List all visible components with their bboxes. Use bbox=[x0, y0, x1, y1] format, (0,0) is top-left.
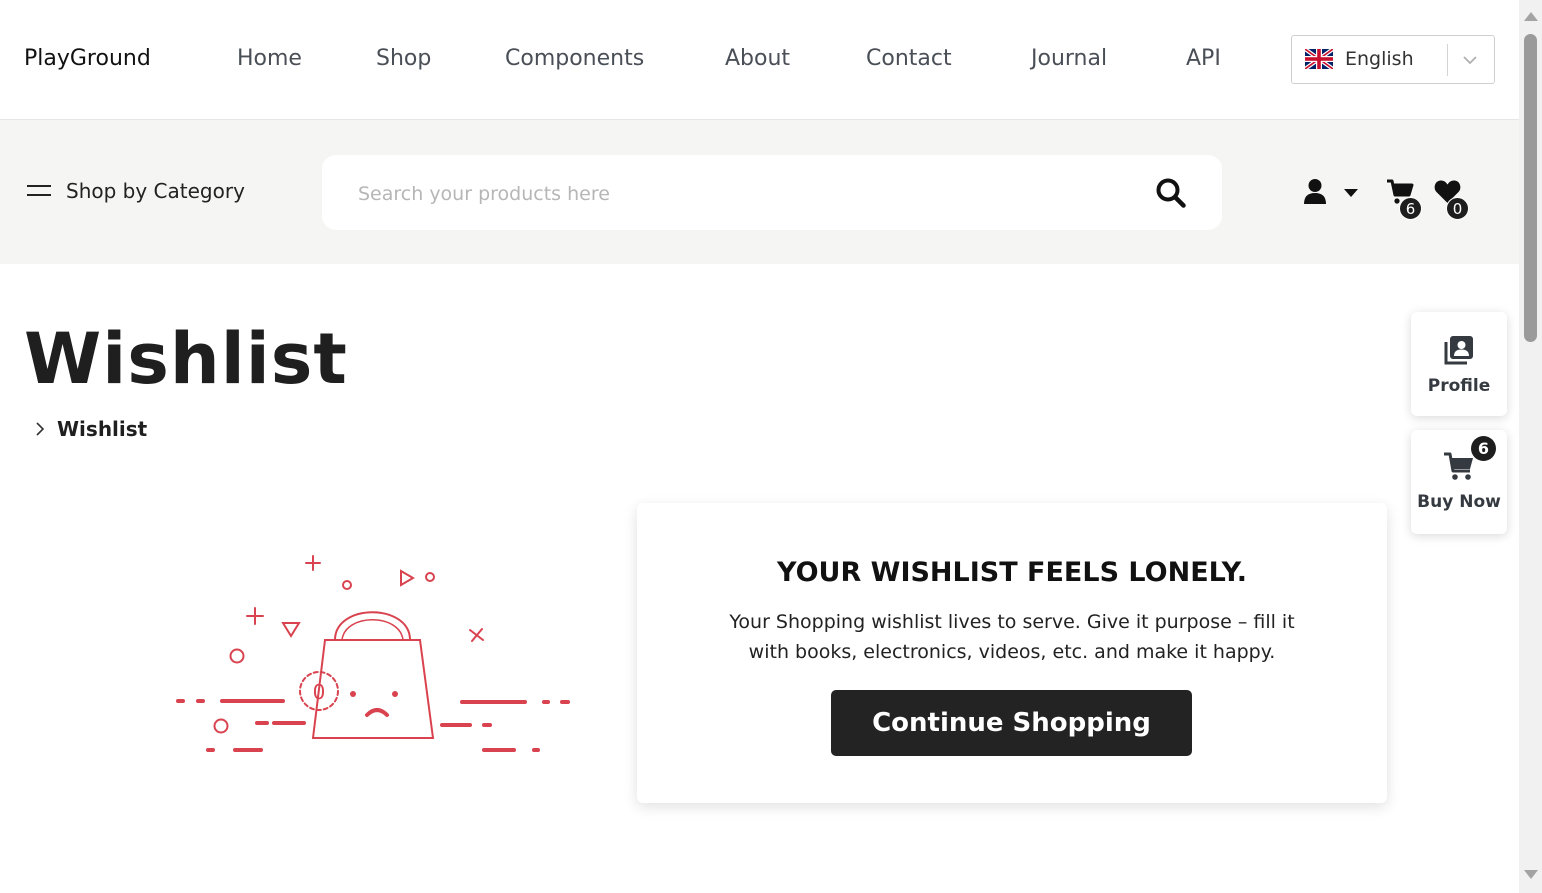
language-label: English bbox=[1345, 48, 1414, 70]
empty-wishlist-heading: YOUR WISHLIST FEELS LONELY. bbox=[777, 557, 1247, 588]
nav-link-about[interactable]: About bbox=[725, 46, 790, 71]
nav-link-components[interactable]: Components bbox=[505, 46, 644, 71]
user-icon bbox=[1304, 179, 1326, 204]
shop-by-category-button[interactable]: Shop by Category bbox=[66, 179, 245, 203]
language-divider bbox=[1447, 44, 1448, 76]
brand-logo[interactable]: PlayGround bbox=[24, 46, 151, 71]
nav-link-journal[interactable]: Journal bbox=[1031, 46, 1107, 71]
profile-side-label: Profile bbox=[1427, 376, 1491, 396]
buy-now-side-label: Buy Now bbox=[1417, 492, 1501, 512]
scroll-up-arrow-icon[interactable] bbox=[1524, 12, 1538, 21]
empty-wishlist-card: YOUR WISHLIST FEELS LONELY. Your Shoppin… bbox=[637, 503, 1387, 803]
page-title: Wishlist bbox=[24, 318, 348, 400]
chevron-right-icon bbox=[36, 422, 45, 436]
uk-flag-icon bbox=[1305, 49, 1333, 69]
illustration-zero-text: 0 bbox=[313, 680, 326, 704]
search-icon[interactable] bbox=[1155, 177, 1187, 209]
nav-link-shop[interactable]: Shop bbox=[376, 46, 431, 71]
page-scrollbar[interactable] bbox=[1519, 0, 1542, 893]
wishlist-button[interactable]: 0 bbox=[1433, 178, 1475, 224]
breadcrumb: Wishlist bbox=[57, 417, 148, 441]
profile-side-button[interactable]: Profile bbox=[1411, 312, 1507, 416]
chevron-down-icon[interactable] bbox=[1462, 52, 1478, 68]
empty-wishlist-message: Your Shopping wishlist lives to serve. G… bbox=[729, 611, 1295, 663]
nav-link-contact[interactable]: Contact bbox=[866, 46, 952, 71]
wishlist-count-badge: 0 bbox=[1446, 197, 1469, 220]
empty-bag-illustration: 0 bbox=[176, 555, 570, 752]
top-navbar: PlayGround Home Shop Components About Co… bbox=[0, 0, 1519, 120]
caret-down-icon bbox=[1344, 189, 1358, 197]
scroll-down-arrow-icon[interactable] bbox=[1524, 870, 1538, 879]
cart-icon bbox=[1444, 452, 1473, 480]
search-box bbox=[322, 155, 1222, 230]
scrollbar-thumb[interactable] bbox=[1524, 34, 1537, 342]
menu-icon[interactable] bbox=[27, 183, 51, 199]
user-menu-button[interactable] bbox=[1303, 178, 1365, 208]
nav-link-api[interactable]: API bbox=[1186, 46, 1221, 71]
nav-link-home[interactable]: Home bbox=[237, 46, 302, 71]
search-input[interactable] bbox=[358, 179, 1118, 209]
buy-now-side-button[interactable]: 6 Buy Now bbox=[1411, 430, 1507, 534]
continue-shopping-button[interactable]: Continue Shopping bbox=[831, 690, 1192, 756]
language-select[interactable]: English bbox=[1291, 35, 1495, 84]
buy-now-count-badge: 6 bbox=[1471, 436, 1496, 461]
search-band: Shop by Category 6 0 bbox=[0, 120, 1519, 264]
cart-button[interactable]: 6 bbox=[1386, 178, 1426, 224]
cart-count-badge: 6 bbox=[1399, 197, 1422, 220]
profile-icon bbox=[1444, 336, 1473, 365]
